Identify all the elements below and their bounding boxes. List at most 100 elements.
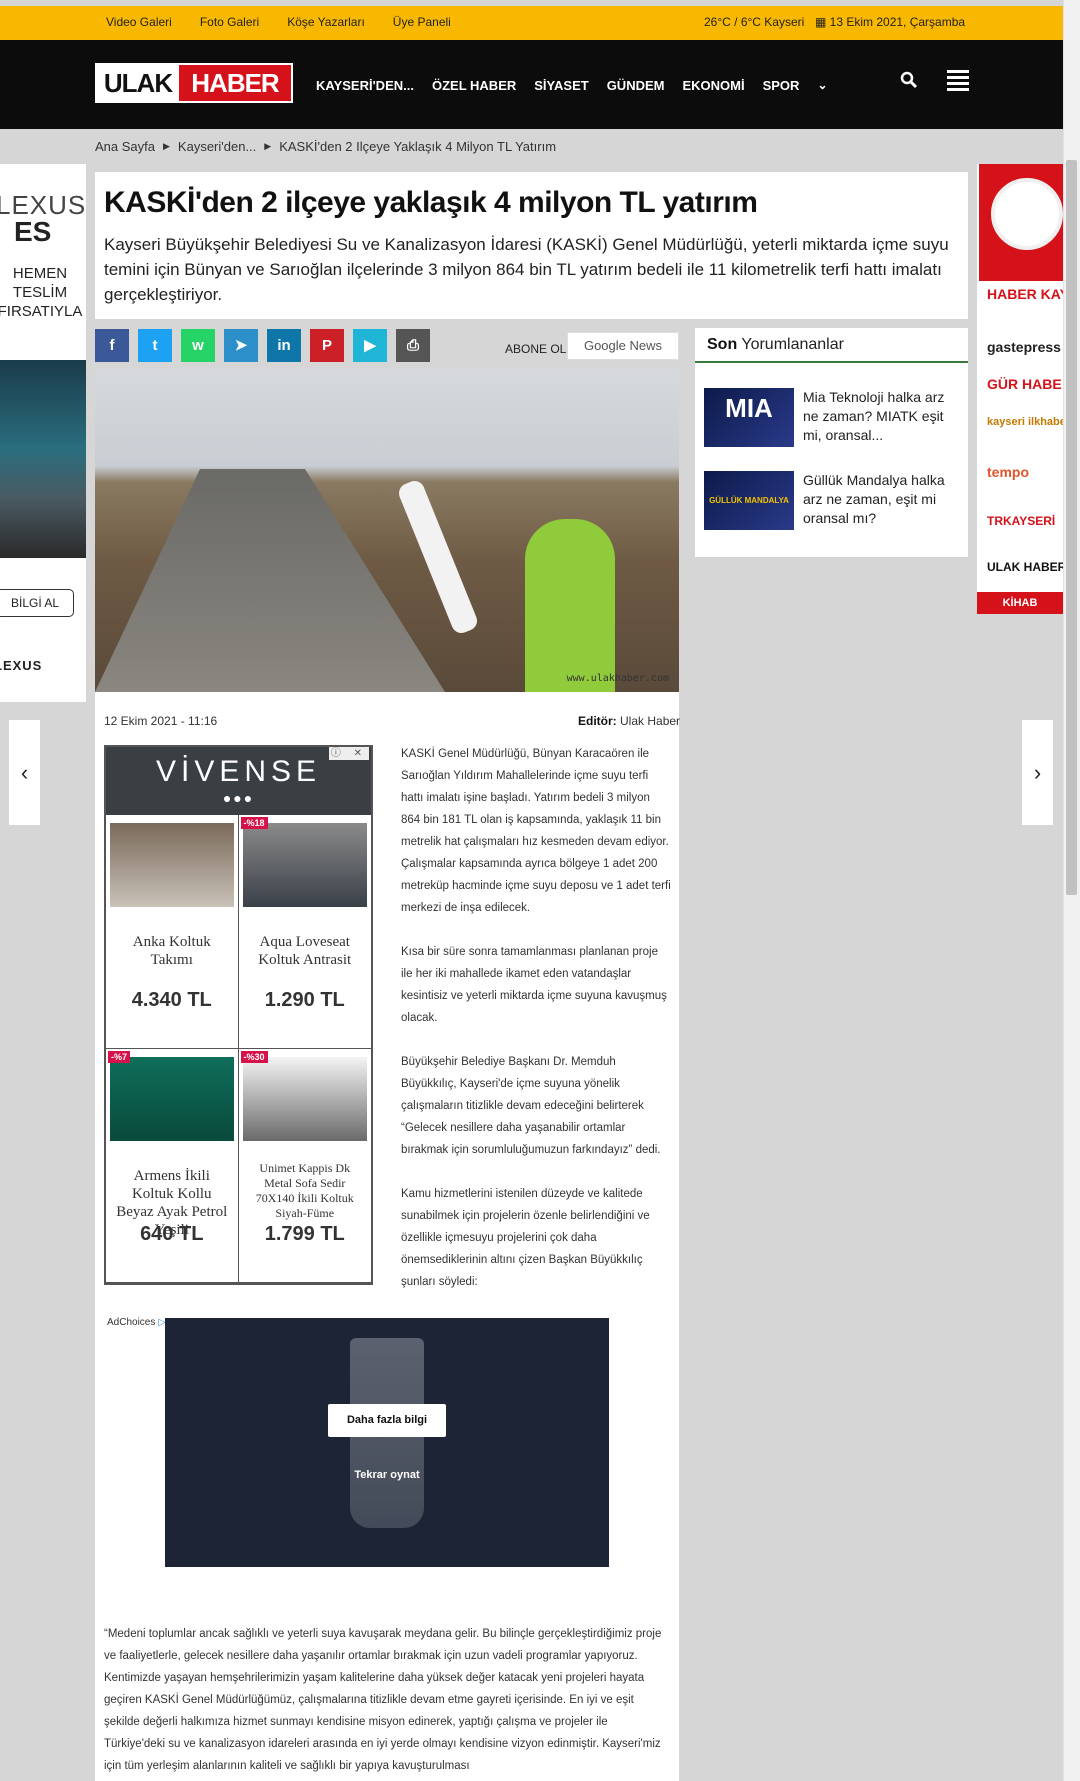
ad-logo-7[interactable]: ULAK HABER — [987, 560, 1063, 574]
calendar-icon: ▦ — [815, 15, 830, 29]
search-icon[interactable] — [900, 71, 920, 91]
product-card[interactable]: -%30 Unimet Kappis Dk Metal Sofa Sedir 7… — [238, 1049, 371, 1283]
top-bar: Video Galeri Foto Galeri Köşe Yazarları … — [0, 6, 1063, 40]
chevron-right-icon: › — [1033, 760, 1042, 785]
twitter-icon[interactable]: t — [138, 329, 172, 362]
weather-readout: 26°C / 6°C Kayseri — [704, 15, 805, 29]
vivense-header: VİVENSE ●●● ⓘ ✕ — [106, 747, 371, 815]
ad-car-image — [0, 360, 86, 558]
product-image — [110, 823, 234, 907]
product-image — [242, 1057, 367, 1141]
article-editor: Editör: Ulak Haber — [578, 714, 680, 728]
nav-kayseriden[interactable]: KAYSERİ'DEN... — [316, 78, 414, 93]
ad-logo-6[interactable]: TRKAYSERİ — [987, 514, 1055, 528]
next-article-button[interactable]: › — [1022, 720, 1053, 825]
nav-spor[interactable]: SPOR — [763, 78, 800, 93]
product-name: Aqua Loveseat Koltuk Antrasit — [258, 934, 352, 968]
vivense-brand: VİVENSE — [155, 755, 322, 788]
hero-pipe — [395, 477, 481, 637]
list-item-thumb: MIA — [704, 388, 794, 447]
nav-ekonomi[interactable]: EKONOMİ — [682, 78, 744, 93]
product-price: 1.799 TL — [264, 1223, 345, 1245]
sidebar-title-bold: Son — [707, 336, 738, 353]
kihab-footer: KİHAB — [977, 592, 1063, 614]
ad-logo-3[interactable]: GÜR HABE — [987, 376, 1062, 392]
article-hero-image: www.ulakhaber.com — [95, 369, 679, 692]
date-readout: ▦ 13 Ekim 2021, Çarşamba — [815, 15, 965, 29]
main-nav: KAYSERİ'DEN... ÖZEL HABER SİYASET GÜNDEM… — [316, 78, 828, 93]
top-links: Video Galeri Foto Galeri Köşe Yazarları … — [106, 15, 451, 29]
nav-gundem[interactable]: GÜNDEM — [607, 78, 665, 93]
ad-info-button[interactable]: BİLGİ AL — [0, 589, 74, 617]
most-commented-sidebar: Son Yorumlananlar MIA Mia Teknoloji halk… — [695, 328, 968, 557]
chevron-right-icon: ▶ — [163, 141, 170, 151]
more-info-button[interactable]: Daha fazla bilgi — [328, 1404, 446, 1437]
breadcrumb-category[interactable]: Kayseri'den... — [178, 139, 256, 154]
product-card[interactable]: Anka Koltuk Takımı 4.340 TL — [106, 815, 239, 1049]
list-item-title: Mia Teknoloji halka arz ne zaman? MIATK … — [803, 389, 945, 443]
sidebar-title-rest: Yorumlananlar — [741, 336, 844, 353]
prev-article-button[interactable]: ‹ — [9, 720, 40, 825]
article-summary: Kayseri Büyükşehir Belediyesi Su ve Kana… — [104, 235, 949, 304]
product-name: Anka Koltuk Takımı — [132, 934, 211, 968]
editor-label: Editör: — [578, 714, 617, 728]
nav-ozel-haber[interactable]: ÖZEL HABER — [432, 78, 516, 93]
link-uye-paneli[interactable]: Üye Paneli — [393, 15, 451, 29]
product-price: 4.340 TL — [131, 989, 212, 1011]
left-banner-ad[interactable]: LEXUS ES HEMEN TESLİM FIRSATIYLA BİLGİ A… — [0, 164, 86, 702]
ad-logo-1[interactable]: HABER KAYSER — [987, 286, 1063, 302]
product-card[interactable]: -%18 Aqua Loveseat Koltuk Antrasit 1.290… — [238, 815, 371, 1049]
scrollbar-thumb[interactable] — [1066, 160, 1077, 895]
hero-worker — [525, 519, 615, 692]
play-icon[interactable]: ▶ — [353, 329, 387, 362]
site-logo[interactable]: ULAK HABER — [95, 63, 293, 103]
ad-logo-5[interactable]: tempo — [987, 464, 1029, 480]
link-video-galeri[interactable]: Video Galeri — [106, 15, 172, 29]
product-image — [242, 823, 367, 907]
pinterest-icon[interactable]: P — [310, 329, 344, 362]
ad-close-icon[interactable]: ⓘ ✕ — [328, 747, 369, 760]
product-discount: -%7 — [108, 1051, 131, 1063]
ad-promo: HEMEN TESLİM FIRSATIYLA — [0, 265, 83, 320]
hamburger-menu-icon[interactable] — [947, 70, 969, 92]
facebook-icon[interactable]: f — [95, 329, 129, 362]
list-item-title: Güllük Mandalya halka arz ne zaman, eşit… — [803, 472, 945, 526]
vivense-dots: ●●● — [222, 790, 255, 806]
nav-siyaset[interactable]: SİYASET — [534, 78, 588, 93]
product-discount: -%18 — [240, 817, 268, 829]
video-ad[interactable]: Daha fazla bilgi Tekrar oynat — [165, 1318, 609, 1567]
link-foto-galeri[interactable]: Foto Galeri — [200, 15, 259, 29]
link-kose-yazarlari[interactable]: Köşe Yazarları — [287, 15, 365, 29]
product-card[interactable]: -%7 Armens İkili Koltuk Kollu Beyaz Ayak… — [106, 1049, 239, 1283]
subscribe-label: ABONE OL — [505, 342, 567, 356]
ad-logo-4[interactable]: kayseri ilkhaber — [987, 416, 1063, 428]
whatsapp-icon[interactable]: w — [181, 329, 215, 362]
linkedin-icon[interactable]: in — [267, 329, 301, 362]
breadcrumb: Ana Sayfa ▶ Kayseri'den... ▶ KASKİ'den 2… — [95, 139, 556, 154]
logo-left-text: ULAK — [97, 65, 179, 101]
product-image — [110, 1057, 234, 1141]
right-banner-ad[interactable]: HABER KAYSER gastepress GÜR HABE kayseri… — [977, 164, 1063, 614]
replay-button[interactable]: Tekrar oynat — [165, 1469, 609, 1481]
telegram-icon[interactable]: ➤ — [224, 329, 258, 362]
editor-name: Ulak Haber — [620, 714, 681, 728]
share-bar: f t w ➤ in P ▶ ⎙ — [95, 329, 430, 362]
product-discount: -%30 — [240, 1051, 268, 1063]
article-title: KASKİ'den 2 ilçeye yaklaşık 4 milyon TL … — [104, 186, 758, 219]
ad-logo-2[interactable]: gastepress — [987, 339, 1061, 355]
print-icon[interactable]: ⎙ — [396, 329, 430, 362]
breadcrumb-home[interactable]: Ana Sayfa — [95, 139, 155, 154]
adchoices-label[interactable]: AdChoices ▷ — [107, 1317, 166, 1328]
product-name: Unimet Kappis Dk Metal Sofa Sedir 70X140… — [255, 1161, 354, 1220]
date-text: 13 Ekim 2021, Çarşamba — [829, 15, 966, 29]
product-price: 640 TL — [140, 1223, 204, 1245]
product-price: 1.290 TL — [264, 989, 345, 1011]
google-news-button[interactable]: Google News — [567, 332, 679, 360]
article-header: KASKİ'den 2 ilçeye yaklaşık 4 milyon TL … — [95, 172, 968, 319]
chevron-down-icon[interactable]: ⌄ — [817, 78, 827, 93]
vivense-ad[interactable]: VİVENSE ●●● ⓘ ✕ Anka Koltuk Takımı 4.340… — [104, 745, 373, 1285]
article-paragraph: Kısa bir süre sonra tamamlanması planlan… — [401, 946, 667, 1024]
main-header: ULAK HABER KAYSERİ'DEN... ÖZEL HABER SİY… — [0, 40, 1063, 129]
page-scrollbar[interactable] — [1063, 0, 1080, 1781]
product-grid: Anka Koltuk Takımı 4.340 TL -%18 Aqua Lo… — [106, 815, 371, 1283]
